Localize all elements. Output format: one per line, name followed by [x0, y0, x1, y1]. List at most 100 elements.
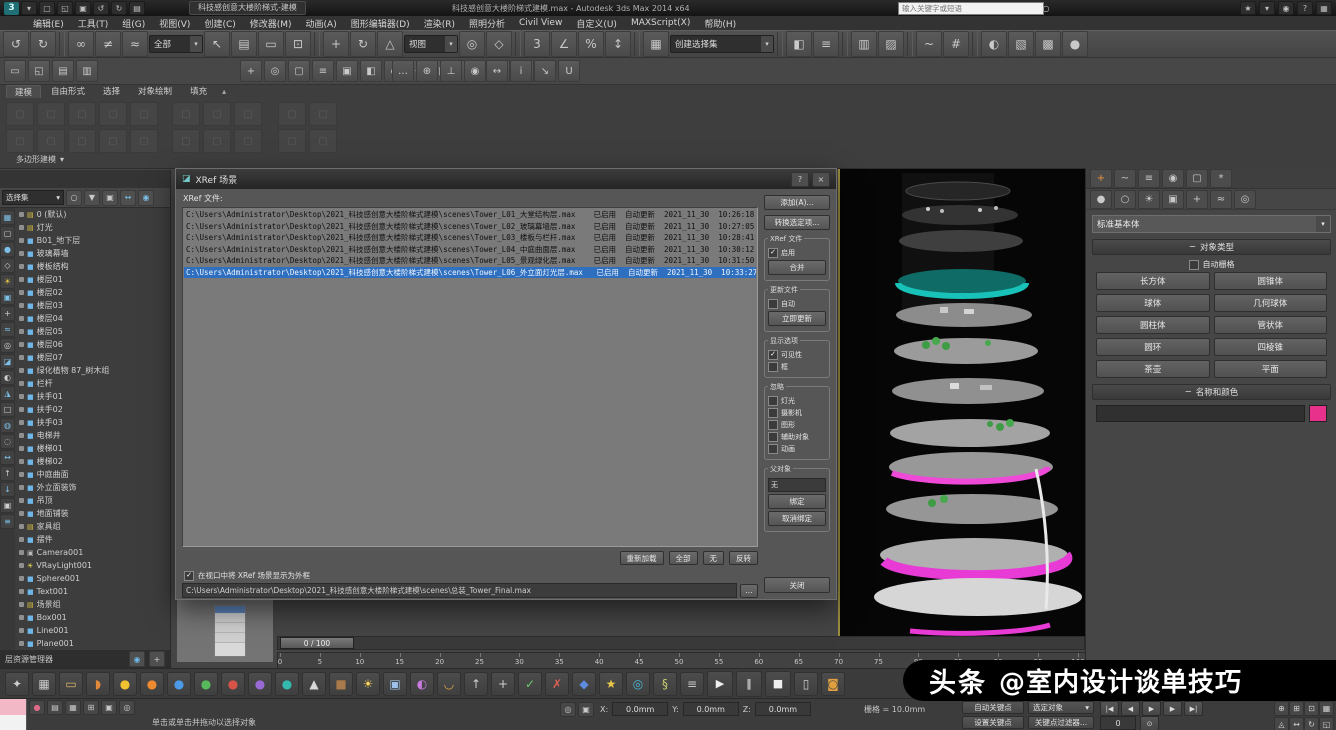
display-tab[interactable]: ▢ [1186, 169, 1208, 188]
trash-icon[interactable]: ▯ [794, 672, 818, 696]
checkbox-icon[interactable] [768, 396, 778, 406]
menu-item-10[interactable]: 照明分析 [462, 17, 512, 30]
checkbox-icon[interactable] [768, 444, 778, 454]
explorer-row[interactable]: ▤家具组 [15, 520, 170, 533]
cone-icon[interactable]: ▲ [302, 672, 326, 696]
select-and-move-icon[interactable]: + [323, 31, 349, 57]
visibility-dot-icon[interactable] [19, 602, 24, 607]
scene-explorer-titlebar[interactable] [0, 170, 170, 189]
object-color-swatch[interactable] [1309, 405, 1327, 422]
previous-frame-icon[interactable]: ◀ [1121, 701, 1140, 716]
explorer-row[interactable]: ■楼梯02 [15, 455, 170, 468]
xref-entry-row[interactable]: C:\Users\Administrator\Desktop\2021_科技感创… [184, 209, 756, 221]
xref-unbind-button[interactable]: 取消绑定 [768, 511, 826, 526]
xref-update-now-button[interactable]: 立即更新 [768, 311, 826, 326]
arrow-up-icon[interactable]: ↑ [464, 672, 488, 696]
coord-value-field[interactable]: 0.0mm [755, 702, 811, 716]
menu-item-13[interactable]: MAXScript(X) [624, 18, 697, 28]
close-button[interactable]: 关闭 [764, 577, 830, 593]
visibility-dot-icon[interactable] [19, 342, 24, 347]
rescale-world-units-icon[interactable]: ↘ [534, 60, 556, 82]
visibility-dot-icon[interactable] [19, 628, 24, 633]
explorer-row[interactable]: ■扶手02 [15, 403, 170, 416]
visibility-dot-icon[interactable] [19, 303, 24, 308]
isolate-selection-toggle-icon[interactable]: ◎ [560, 702, 576, 717]
autogrid-checkbox[interactable]: 自动栅格 [1086, 259, 1336, 270]
channel-info-icon[interactable]: i [510, 60, 532, 82]
parent-field[interactable]: 无 [768, 478, 826, 492]
render-setup-icon[interactable]: ▧ [1008, 31, 1034, 57]
dialog-help-button[interactable]: ? [791, 172, 809, 187]
explorer-row[interactable]: ■吊顶 [15, 494, 170, 507]
menu-item-1[interactable]: 编辑(E) [26, 17, 71, 30]
select-and-manipulate-icon[interactable]: ◇ [486, 31, 512, 57]
zoom-all-icon[interactable]: ⊞ [1289, 701, 1304, 716]
se-display-all-icon[interactable]: ▦ [0, 210, 15, 225]
se-display-shapes-icon[interactable]: ◇ [0, 258, 15, 273]
ribbon-tab-3[interactable]: 选择 [95, 85, 128, 97]
script-editor-icon[interactable]: ▦ [65, 700, 81, 715]
visibility-dot-icon[interactable] [19, 407, 24, 412]
zoom-extents-icon[interactable]: ⊡ [1304, 701, 1319, 716]
browse-button[interactable]: ... [740, 584, 758, 598]
ribbon-tab-2[interactable]: 自由形式 [43, 85, 93, 97]
se-footer-settings-icon[interactable]: ◉ [129, 651, 145, 667]
app-menu-icon[interactable]: ▾ [21, 1, 37, 15]
sphere-green-icon[interactable]: ● [194, 672, 218, 696]
menu-item-8[interactable]: 图形编辑器(D) [344, 17, 417, 30]
search-input[interactable] [898, 2, 1044, 15]
xref-file-list[interactable]: C:\Users\Administrator\Desktop\2021_科技感创… [182, 207, 758, 547]
utilities-tab[interactable]: * [1210, 169, 1232, 188]
pause-button-icon[interactable]: ‖ [736, 671, 762, 697]
systems-category[interactable]: ◎ [1234, 190, 1256, 209]
visibility-dot-icon[interactable] [19, 316, 24, 321]
schematic-view-icon[interactable]: # [943, 31, 969, 57]
primitive-button-10[interactable]: 平面 [1214, 360, 1328, 378]
teapot-render-icon[interactable]: ◗ [86, 672, 110, 696]
create-tab[interactable]: + [1090, 169, 1112, 188]
explorer-row[interactable]: ■楼梯01 [15, 442, 170, 455]
menu-item-4[interactable]: 视图(V) [152, 17, 197, 30]
visibility-dot-icon[interactable] [19, 472, 24, 477]
xref-note-checkbox[interactable]: ✓ 在视口中将 XRef 场景显示为外框 [184, 570, 310, 581]
xref-list-button-2[interactable]: 全部 [669, 551, 698, 565]
sphere-purple-icon[interactable]: ● [248, 672, 272, 696]
create-selection-set-icon[interactable]: + [240, 60, 262, 82]
key-selection-dropdown[interactable]: 选定对象 ▾ [1028, 701, 1094, 714]
explorer-row[interactable]: ▤灯光 [15, 221, 170, 234]
display-floater-icon[interactable]: ▢ [288, 60, 310, 82]
visibility-dot-icon[interactable] [19, 498, 24, 503]
project-folder-icon[interactable]: ▤ [129, 1, 145, 15]
mirror-icon[interactable]: ◧ [786, 31, 812, 57]
explorer-row[interactable]: ▤场景组 [15, 598, 170, 611]
primitive-button-2[interactable]: 圆锥体 [1214, 272, 1328, 290]
se-display-frozen-icon[interactable]: ◍ [0, 418, 15, 433]
next-frame-icon[interactable]: ▶ [1163, 701, 1182, 716]
light-bulb-icon[interactable]: ☀ [356, 672, 380, 696]
auto-key-button[interactable]: 自动关键点 [962, 701, 1024, 714]
checkbox-启用[interactable]: ✓启用 [768, 248, 826, 258]
explorer-row[interactable]: ■Line001 [15, 624, 170, 637]
explorer-row[interactable]: ■楼层07 [15, 351, 170, 364]
explorer-row[interactable]: ■楼层04 [15, 312, 170, 325]
checkbox-图形[interactable]: 图形 [768, 420, 826, 430]
primitive-type-dropdown[interactable]: 标准基本体 ▾ [1092, 215, 1331, 233]
align-camera-icon[interactable]: ◉ [464, 60, 486, 82]
menu-item-5[interactable]: 创建(C) [197, 17, 242, 30]
primitive-button-7[interactable]: 圆环 [1096, 338, 1210, 356]
shapes-category[interactable]: ○ [1114, 190, 1136, 209]
coord-value-field[interactable]: 0.0mm [612, 702, 668, 716]
se-display-helpers-icon[interactable]: + [0, 306, 15, 321]
globe-icon[interactable]: ◎ [626, 672, 650, 696]
checkbox-灯光[interactable]: 灯光 [768, 396, 826, 406]
redo-icon[interactable]: ↻ [30, 31, 56, 57]
dialog-close-button[interactable]: × [812, 172, 830, 187]
visibility-dot-icon[interactable] [19, 277, 24, 282]
checkbox-可见性[interactable]: ✓可见性 [768, 350, 826, 360]
time-slider[interactable]: 0 / 100 [277, 636, 1085, 650]
primitive-button-4[interactable]: 几何球体 [1214, 294, 1328, 312]
se-display-lights-icon[interactable]: ☀ [0, 274, 15, 289]
communication-center-icon[interactable]: ▾ [1259, 1, 1275, 15]
undo-icon[interactable]: ↺ [3, 31, 29, 57]
go-to-end-icon[interactable]: ▶| [1184, 701, 1203, 716]
